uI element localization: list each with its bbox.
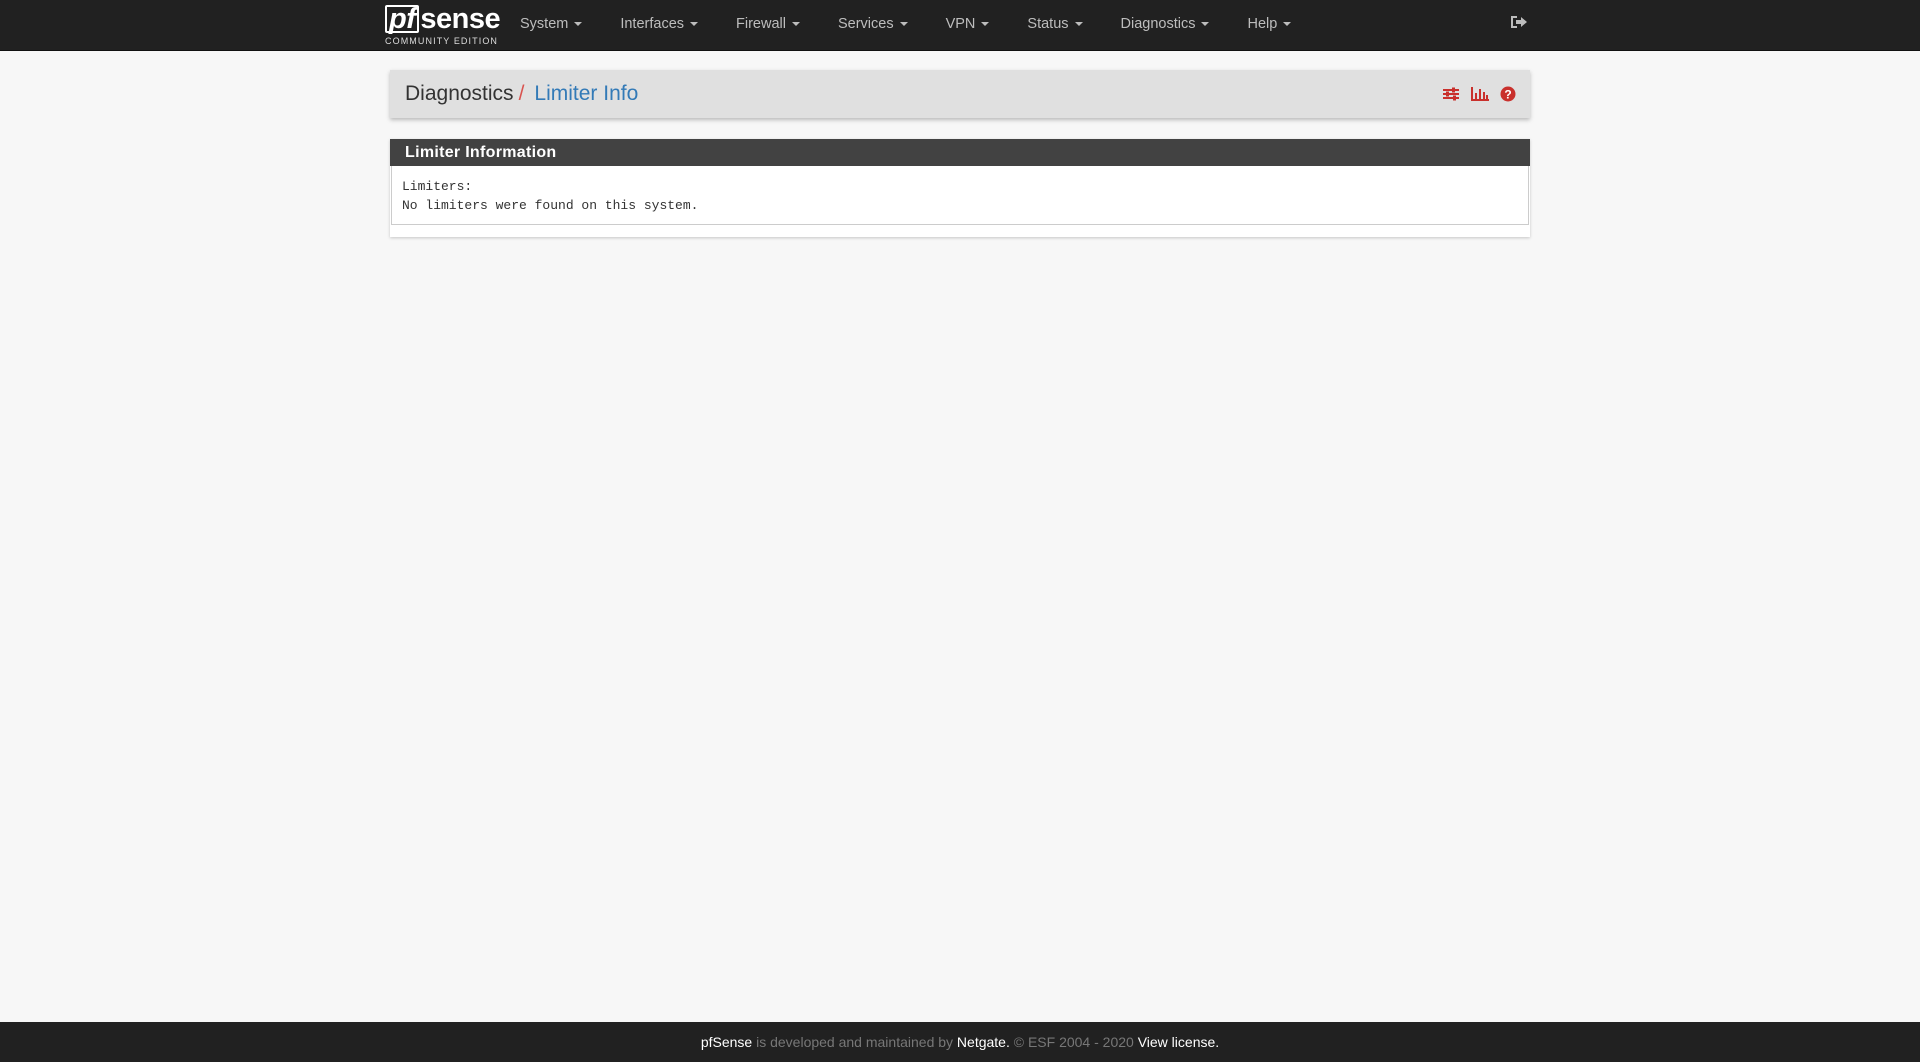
menu-system-label: System <box>520 16 569 32</box>
caret-down-icon <box>791 22 800 26</box>
footer-copyright: © ESF 2004 - 2020 <box>1009 1034 1138 1050</box>
breadcrumb-separator: / <box>518 82 525 105</box>
top-navbar: pf sense COMMUNITY EDITION System Interfa… <box>0 0 1920 51</box>
header-actions: ? <box>1442 70 1516 118</box>
menu-system[interactable]: System <box>501 0 601 48</box>
caret-down-icon <box>574 22 583 26</box>
caret-down-icon <box>1283 22 1292 26</box>
brand-subtitle: COMMUNITY EDITION <box>385 36 499 46</box>
menu-vpn[interactable]: VPN <box>927 0 1009 48</box>
menu-diagnostics-label: Diagnostics <box>1120 16 1196 32</box>
caret-down-icon <box>1074 22 1083 26</box>
menu-status-label: Status <box>1027 16 1069 32</box>
limiter-information-panel: Limiter Information Limiters: No limiter… <box>390 139 1530 237</box>
question-circle-icon[interactable]: ? <box>1500 86 1516 102</box>
panel-body: Limiters: No limiters were found on this… <box>391 166 1529 225</box>
page-header: Diagnostics / Limiter Info ? <box>390 70 1530 118</box>
limiters-label: Limiters: <box>402 179 473 194</box>
caret-down-icon <box>1201 22 1210 26</box>
sliders-icon[interactable] <box>1442 86 1460 102</box>
menu-help[interactable]: Help <box>1228 0 1310 48</box>
menu-help-label: Help <box>1247 16 1278 32</box>
footer-pfsense-link[interactable]: pfSense <box>701 1034 752 1050</box>
footer: pfSense is developed and maintained by N… <box>0 1022 1920 1062</box>
breadcrumb-diagnostics[interactable]: Diagnostics <box>405 82 514 106</box>
breadcrumb: Diagnostics / Limiter Info <box>405 70 638 118</box>
menu-vpn-label: VPN <box>945 16 976 32</box>
footer-netgate-link[interactable]: Netgate. <box>957 1034 1010 1050</box>
caret-down-icon <box>690 22 699 26</box>
sign-out-icon[interactable] <box>1510 14 1532 34</box>
limiters-output: Limiters: No limiters were found on this… <box>402 177 1518 215</box>
menu-services[interactable]: Services <box>819 0 927 48</box>
panel-title: Limiter Information <box>390 139 1530 166</box>
menu-firewall-label: Firewall <box>736 16 786 32</box>
svg-text:?: ? <box>1504 88 1511 102</box>
pfsense-logo[interactable]: pf sense COMMUNITY EDITION <box>385 5 501 47</box>
menu-services-label: Services <box>837 16 894 32</box>
menu-diagnostics[interactable]: Diagnostics <box>1102 0 1229 48</box>
caret-down-icon <box>981 22 990 26</box>
footer-text-1: is developed and maintained by <box>752 1034 957 1050</box>
caret-down-icon <box>899 22 908 26</box>
footer-license-link[interactable]: View license. <box>1138 1034 1219 1050</box>
bar-chart-icon[interactable] <box>1470 86 1490 102</box>
main-menu: System Interfaces Firewall Services VPN … <box>501 0 1310 51</box>
no-limiters-message: No limiters were found on this system. <box>402 198 699 213</box>
menu-firewall[interactable]: Firewall <box>717 0 819 48</box>
menu-interfaces[interactable]: Interfaces <box>601 0 717 48</box>
menu-status[interactable]: Status <box>1008 0 1101 48</box>
menu-interfaces-label: Interfaces <box>620 16 685 32</box>
brand-logo-text: pf sense <box>385 5 501 34</box>
breadcrumb-limiter-info[interactable]: Limiter Info <box>534 82 638 106</box>
